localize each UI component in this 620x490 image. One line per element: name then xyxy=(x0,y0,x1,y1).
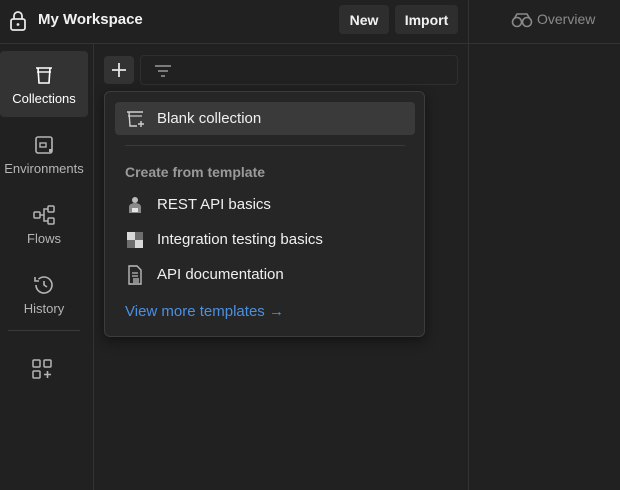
template-item-integration-testing[interactable]: Integration testing basics xyxy=(115,223,415,256)
plus-icon xyxy=(112,63,126,77)
collections-icon xyxy=(36,66,52,84)
right-pane: Overview xyxy=(468,0,620,490)
lock-icon xyxy=(10,11,26,31)
api-documentation-icon xyxy=(128,264,142,285)
new-button[interactable]: New xyxy=(339,5,389,34)
template-heading: Create from template xyxy=(125,164,266,180)
blank-collection-icon xyxy=(127,110,144,127)
sidebar-item-label: History xyxy=(23,300,65,316)
workspace-header: My Workspace New Import xyxy=(0,0,468,44)
menu-divider xyxy=(125,145,405,146)
sidebar-item-collections[interactable]: Collections xyxy=(0,51,88,117)
sidebar-item-environments[interactable]: Environments xyxy=(0,121,88,187)
overview-icon xyxy=(511,13,533,28)
filter-input[interactable] xyxy=(140,55,458,85)
sidebar-item-label: Environments xyxy=(4,160,84,176)
blank-collection-item[interactable]: Blank collection xyxy=(115,102,415,135)
sidebar-item-history[interactable]: History xyxy=(0,261,88,327)
integration-testing-icon xyxy=(127,231,143,248)
import-button[interactable]: Import xyxy=(395,5,458,34)
environments-icon xyxy=(35,135,53,154)
filter-icon xyxy=(155,65,171,77)
overview-label: Overview xyxy=(537,11,596,27)
overview-tab[interactable]: Overview xyxy=(469,0,620,44)
view-more-templates-link[interactable]: View more templates → xyxy=(125,303,284,320)
sidebar-item-label: Flows xyxy=(27,230,61,246)
app-window: My Workspace New Import Overview Collect… xyxy=(0,0,620,490)
sidebar-divider xyxy=(8,330,80,331)
sidebar-item-flows[interactable]: Flows xyxy=(0,191,88,257)
rest-api-icon xyxy=(129,196,141,213)
menu-item-label: REST API basics xyxy=(157,196,271,213)
menu-item-label: Integration testing basics xyxy=(157,231,323,248)
history-icon xyxy=(34,275,53,294)
sidebar-item-label: Collections xyxy=(12,90,76,106)
template-item-api-documentation[interactable]: API documentation xyxy=(115,258,415,291)
add-collection-button[interactable] xyxy=(104,56,134,84)
flows-icon xyxy=(33,204,55,225)
add-workbench-icon[interactable] xyxy=(30,357,54,381)
menu-item-label: API documentation xyxy=(157,266,284,283)
menu-item-label: Blank collection xyxy=(157,110,262,127)
new-collection-menu: Blank collection Create from template RE… xyxy=(104,91,425,337)
template-item-rest-api[interactable]: REST API basics xyxy=(115,188,415,221)
sidebar: Collections Environments Flows History xyxy=(0,44,94,490)
workspace-title: My Workspace xyxy=(38,11,143,28)
